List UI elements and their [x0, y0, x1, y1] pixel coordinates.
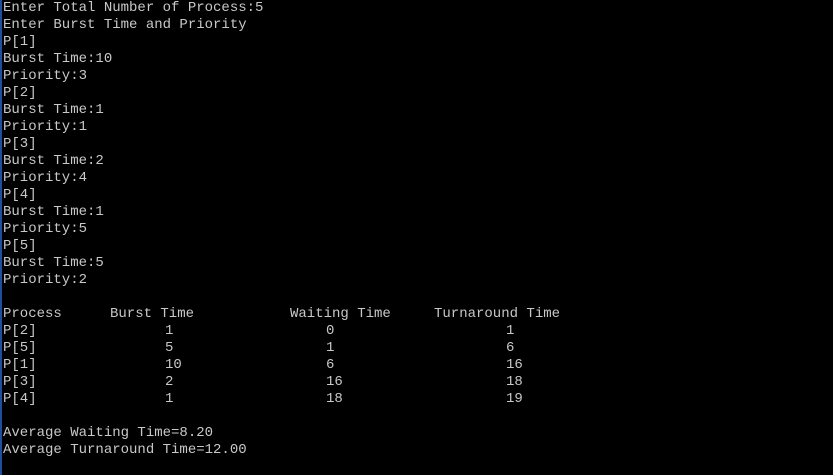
priority-input: Priority:5 — [3, 221, 88, 237]
console-output: Enter Total Number of Process:5 Enter Bu… — [3, 0, 833, 459]
process-label: P[4] — [3, 187, 37, 203]
header-turnaround-time: Turnaround Time — [434, 306, 561, 322]
prompt-total-processes: Enter Total Number of Process:5 — [3, 0, 264, 16]
cell-process: P[1] — [3, 357, 37, 373]
priority-input: Priority:2 — [3, 272, 88, 288]
burst-time-input: Burst Time:1 — [3, 102, 104, 118]
average-waiting-time: Average Waiting Time=8.20 — [3, 425, 214, 441]
table-header: Process Burst Time Waiting Time Turnarou… — [3, 306, 833, 323]
table-row: P[3] 2 16 18 — [3, 374, 833, 391]
burst-time-input: Burst Time:1 — [3, 204, 104, 220]
cell-process: P[5] — [3, 340, 37, 356]
cell-process: P[3] — [3, 374, 37, 390]
cell-turnaround-time: 18 — [506, 374, 523, 390]
header-burst-time: Burst Time — [110, 306, 195, 322]
table-row: P[4] 1 18 19 — [3, 391, 833, 408]
cell-waiting-time: 1 — [326, 340, 335, 356]
table-row: P[5] 5 1 6 — [3, 340, 833, 357]
prompt-burst-priority: Enter Burst Time and Priority — [3, 17, 247, 33]
cell-turnaround-time: 6 — [506, 340, 515, 356]
cell-turnaround-time: 19 — [506, 391, 523, 407]
burst-time-input: Burst Time:5 — [3, 255, 104, 271]
cell-burst-time: 1 — [165, 323, 174, 339]
process-label: P[2] — [3, 85, 37, 101]
cell-process: P[2] — [3, 323, 37, 339]
process-label: P[1] — [3, 34, 37, 50]
header-process: Process — [3, 306, 62, 322]
cell-waiting-time: 16 — [326, 374, 343, 390]
table-row: P[2] 1 0 1 — [3, 323, 833, 340]
cell-process: P[4] — [3, 391, 37, 407]
priority-input: Priority:3 — [3, 68, 88, 84]
burst-time-input: Burst Time:2 — [3, 153, 104, 169]
cell-turnaround-time: 1 — [506, 323, 515, 339]
cell-waiting-time: 0 — [326, 323, 335, 339]
console-window[interactable]: Enter Total Number of Process:5 Enter Bu… — [0, 0, 833, 475]
cell-burst-time: 1 — [165, 391, 174, 407]
priority-input: Priority:1 — [3, 119, 88, 135]
process-label: P[5] — [3, 238, 37, 254]
cell-burst-time: 5 — [165, 340, 174, 356]
burst-time-input: Burst Time:10 — [3, 51, 113, 67]
average-turnaround-time: Average Turnaround Time=12.00 — [3, 442, 247, 458]
process-label: P[3] — [3, 136, 37, 152]
table-row: P[1] 10 6 16 — [3, 357, 833, 374]
header-waiting-time: Waiting Time — [290, 306, 391, 322]
cell-waiting-time: 6 — [326, 357, 335, 373]
cell-burst-time: 10 — [165, 357, 182, 373]
cell-turnaround-time: 16 — [506, 357, 523, 373]
priority-input: Priority:4 — [3, 170, 88, 186]
cell-burst-time: 2 — [165, 374, 174, 390]
cell-waiting-time: 18 — [326, 391, 343, 407]
